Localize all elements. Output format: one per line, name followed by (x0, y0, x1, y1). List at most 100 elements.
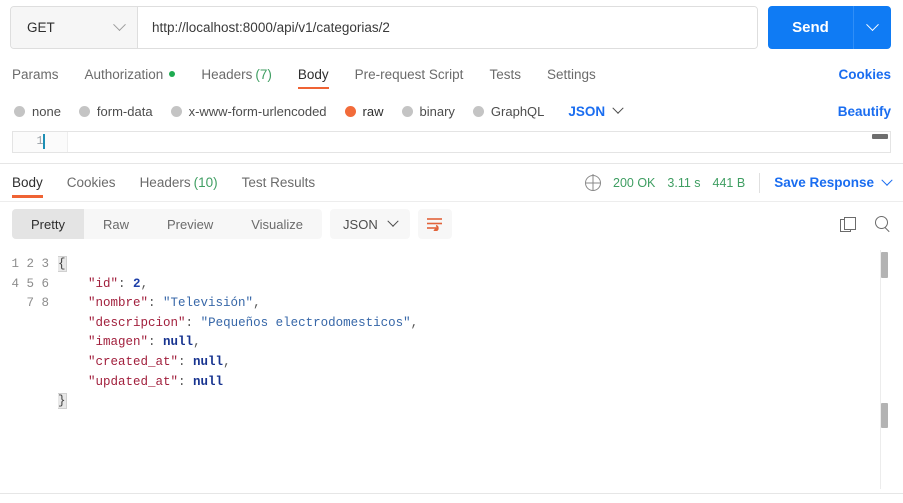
tab-label: Cookies (66, 175, 116, 190)
send-button[interactable]: Send (768, 6, 853, 49)
code-token-num: 2 (133, 276, 141, 291)
code-token-punc: : (148, 335, 164, 350)
globe-icon[interactable] (585, 174, 601, 191)
radio-icon (78, 105, 90, 117)
tab-body[interactable]: Body (285, 55, 342, 93)
view-preview-button[interactable]: Preview (148, 209, 232, 239)
search-icon[interactable] (875, 216, 891, 232)
wrap-lines-icon (427, 218, 443, 231)
response-tab-headers[interactable]: Headers (10) (128, 164, 230, 202)
code-token-str: "Televisión" (163, 296, 254, 311)
request-tab-bar: Params Authorization Headers (7) Body Pr… (0, 55, 903, 93)
request-editor-scrollbar[interactable] (872, 134, 888, 139)
code-token-punc: : (148, 296, 164, 311)
body-type-label: form-data (96, 103, 153, 119)
response-vertical-scrollbar[interactable] (880, 250, 888, 489)
view-label: Pretty (31, 216, 65, 232)
view-raw-button[interactable]: Raw (84, 209, 148, 239)
save-response-button[interactable]: Save Response (774, 174, 893, 190)
http-method-select[interactable]: GET (11, 7, 138, 48)
request-url-bar: GET Send (0, 0, 903, 55)
response-tab-test-results[interactable]: Test Results (230, 164, 328, 202)
code-token-brace: } (58, 393, 67, 410)
code-token-null: null (193, 374, 224, 389)
body-type-none[interactable]: none (14, 104, 61, 119)
code-line: "created_at": null, (58, 353, 903, 373)
code-token-punc: , (410, 315, 419, 330)
radio-icon (401, 105, 413, 117)
tab-params[interactable]: Params (12, 55, 72, 93)
response-time: 3.11 s (667, 175, 701, 190)
chevron-down-icon (866, 18, 879, 32)
copy-icon[interactable] (840, 216, 856, 232)
tab-tests[interactable]: Tests (476, 55, 534, 93)
tab-authorization[interactable]: Authorization (72, 55, 189, 93)
chevron-down-icon (612, 102, 624, 114)
body-type-binary[interactable]: binary (401, 103, 455, 119)
response-format-select[interactable]: JSON (330, 209, 410, 239)
body-type-form-data[interactable]: form-data (78, 103, 153, 119)
body-type-graphql[interactable]: GraphQL (472, 104, 544, 119)
response-tab-body[interactable]: Body (12, 164, 55, 202)
code-token-key: "id" (88, 276, 119, 291)
radio-icon (14, 105, 25, 117)
tab-label: Headers (201, 66, 253, 82)
response-body-viewer: 1 2 3 4 5 6 7 8 { "id": 2, "nombre": "Te… (0, 246, 903, 493)
code-line: "imagen": null, (58, 333, 903, 353)
code-token-key: "created_at" (88, 354, 179, 369)
text-caret (43, 134, 45, 149)
code-token-punc: : (178, 354, 194, 369)
tab-label: Headers (139, 175, 191, 190)
wrap-lines-button[interactable] (417, 209, 452, 239)
url-input[interactable] (138, 7, 757, 48)
code-line: "updated_at": null (58, 373, 903, 393)
code-token-punc: : (118, 276, 134, 291)
code-token-null: null (193, 354, 224, 369)
view-pretty-button[interactable]: Pretty (12, 209, 84, 239)
code-token-key: "imagen" (88, 335, 149, 350)
tab-label: Settings (546, 66, 596, 82)
response-view-toolbar: Pretty Raw Preview Visualize JSON (0, 202, 903, 246)
tab-label: Pre-request Script (354, 66, 464, 82)
code-token-punc: : (185, 315, 201, 330)
tab-label: Body (297, 66, 329, 82)
bottom-border (0, 493, 903, 494)
request-body-editor[interactable]: 1 (12, 131, 891, 153)
body-type-raw[interactable]: raw (344, 104, 384, 119)
response-tool-icons (840, 216, 891, 232)
tab-settings[interactable]: Settings (534, 55, 609, 93)
chevron-down-icon (387, 215, 399, 227)
send-options-button[interactable] (853, 6, 891, 49)
view-visualize-button[interactable]: Visualize (232, 209, 322, 239)
request-editor-gutter: 1 (13, 132, 68, 152)
response-tab-cookies[interactable]: Cookies (55, 164, 128, 202)
code-line: "nombre": "Televisión", (58, 294, 903, 314)
request-editor-content[interactable] (68, 132, 890, 152)
tab-label: Authorization (84, 66, 164, 82)
body-type-label: none (32, 103, 61, 119)
code-token-key: "updated_at" (88, 374, 179, 389)
code-token-str: "Pequeños electrodomesticos" (200, 315, 411, 330)
response-header-bar: Body Cookies Headers (10) Test Results 2… (0, 164, 903, 202)
body-type-urlencoded[interactable]: x-www-form-urlencoded (170, 103, 327, 119)
response-code-content[interactable]: { "id": 2, "nombre": "Televisión", "desc… (58, 246, 903, 493)
cookies-link[interactable]: Cookies (838, 67, 891, 82)
view-label: Preview (166, 216, 214, 232)
beautify-link[interactable]: Beautify (838, 104, 891, 119)
code-token-punc: , (223, 354, 231, 369)
code-token-punc: , (140, 276, 149, 291)
body-type-label: binary (419, 103, 455, 119)
raw-format-label: JSON (568, 103, 606, 119)
radio-icon (472, 105, 484, 117)
code-line: } (58, 392, 903, 412)
code-token-punc: , (193, 335, 201, 350)
raw-format-select[interactable]: JSON (568, 102, 624, 119)
code-token-key: "nombre" (88, 296, 149, 311)
body-type-label: x-www-form-urlencoded (188, 103, 327, 119)
headers-count-badge: (7) (255, 66, 272, 82)
tab-pre-request-script[interactable]: Pre-request Script (342, 55, 477, 93)
tab-headers[interactable]: Headers (7) (188, 55, 285, 93)
code-token-null: null (163, 335, 194, 350)
tab-label: Body (12, 175, 43, 190)
response-meta: 200 OK 3.11 s 441 B Save Response (585, 172, 893, 193)
